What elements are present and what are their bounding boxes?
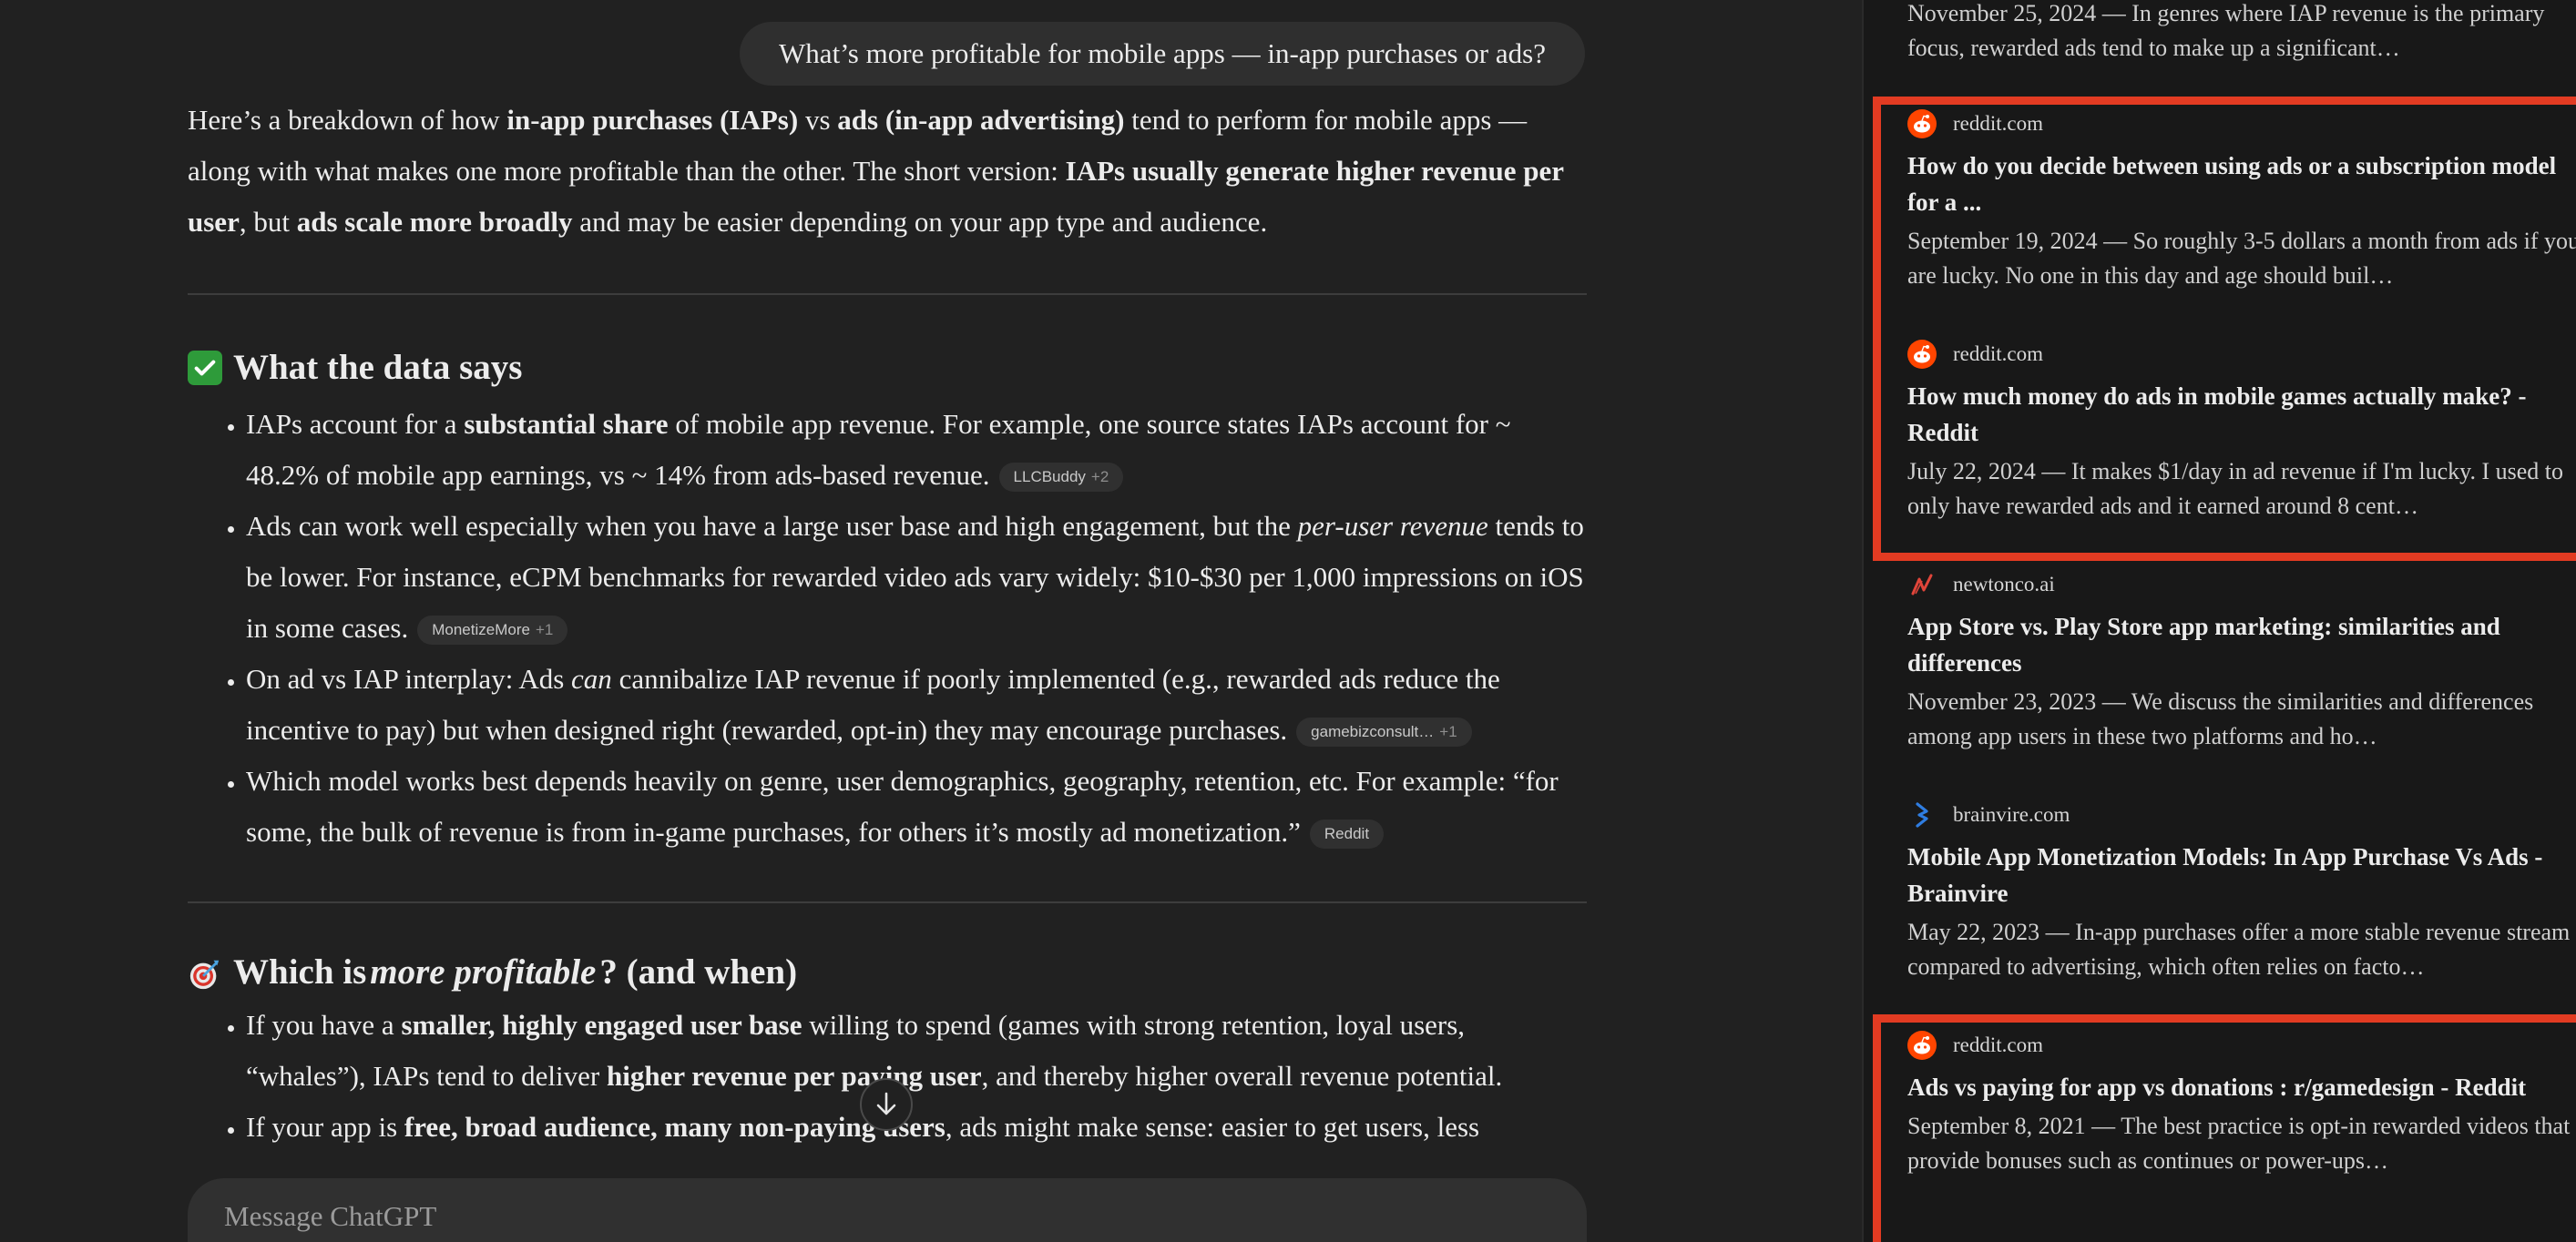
source-item[interactable]: newtonco.ai App Store vs. Play Store app… — [1907, 566, 2576, 754]
source-item[interactable]: brainvire.com Mobile App Monetization Mo… — [1907, 797, 2576, 984]
source-domain: reddit.com — [1953, 1033, 2043, 1056]
bullet-list-data-says: IAPs account for a substantial share of … — [188, 399, 1587, 858]
citation-pill[interactable]: gamebizconsult… +1 — [1296, 718, 1472, 747]
source-domain: reddit.com — [1953, 112, 2043, 135]
source-item[interactable]: reddit.com How much money do ads in mobi… — [1907, 336, 2576, 524]
section-heading-data-says: What the data says — [188, 341, 1587, 395]
citation-pill[interactable]: Reddit — [1309, 820, 1385, 849]
check-mark-emoji-icon — [188, 351, 222, 385]
source-title[interactable]: App Store vs. Play Store app marketing: … — [1907, 608, 2576, 681]
source-domain: newtonco.ai — [1953, 573, 2055, 596]
list-item: Which model works best depends heavily o… — [246, 756, 1587, 858]
list-item: If you have a smaller, highly engaged us… — [246, 1000, 1587, 1102]
source-snippet: July 22, 2024 — It makes $1/day in ad re… — [1907, 458, 2564, 519]
list-item: IAPs account for a substantial share of … — [246, 399, 1587, 501]
source-snippet: November 23, 2023 — We discuss the simil… — [1907, 688, 2534, 749]
divider — [188, 293, 1587, 295]
source-title[interactable]: How much money do ads in mobile games ac… — [1907, 378, 2576, 451]
source-item[interactable]: reddit.com How do you decide between usi… — [1907, 106, 2576, 293]
message-composer[interactable]: Message ChatGPT — [188, 1178, 1587, 1242]
source-item[interactable]: November 25, 2024 — In genres where IAP … — [1907, 0, 2576, 66]
source-snippet: November 25, 2024 — In genres where IAP … — [1907, 0, 2545, 61]
source-domain: brainvire.com — [1953, 803, 2070, 826]
list-item: On ad vs IAP interplay: Ads can cannibal… — [246, 654, 1587, 756]
source-title[interactable]: How do you decide between using ads or a… — [1907, 148, 2576, 220]
source-title[interactable]: Ads vs paying for app vs donations : r/g… — [1907, 1069, 2576, 1105]
arrow-down-icon — [876, 1092, 896, 1115]
citation-pill[interactable]: MonetizeMore +1 — [417, 616, 568, 645]
source-title[interactable]: Mobile App Monetization Models: In App P… — [1907, 839, 2576, 911]
list-item: Ads can work well especially when you ha… — [246, 501, 1587, 654]
reddit-icon — [1907, 109, 1937, 138]
scroll-to-bottom-button[interactable] — [860, 1078, 913, 1131]
reddit-icon — [1907, 340, 1937, 369]
chat-panel: What’s more profitable for mobile apps —… — [0, 0, 1862, 1242]
section-heading-more-profitable: Which is more profitable? (and when) — [188, 945, 1587, 1000]
source-snippet: September 19, 2024 — So roughly 3-5 doll… — [1907, 228, 2576, 289]
source-domain: reddit.com — [1953, 342, 2043, 365]
source-item[interactable]: reddit.com Ads vs paying for app vs dona… — [1907, 1027, 2576, 1178]
citation-pill[interactable]: LLCBuddy +2 — [998, 463, 1124, 492]
direct-hit-target-icon — [189, 960, 220, 990]
user-message-bubble: What’s more profitable for mobile apps —… — [740, 22, 1585, 86]
intro-paragraph: Here’s a breakdown of how in-app purchas… — [188, 104, 1564, 238]
citations-sidebar[interactable]: November 25, 2024 — In genres where IAP … — [1862, 0, 2576, 1242]
composer-placeholder: Message ChatGPT — [224, 1200, 437, 1232]
reddit-icon — [1907, 1031, 1937, 1060]
list-item: If your app is free, broad audience, man… — [246, 1102, 1587, 1153]
source-snippet: September 8, 2021 — The best practice is… — [1907, 1113, 2571, 1174]
divider — [188, 901, 1587, 903]
source-snippet: May 22, 2023 — In-app purchases offer a … — [1907, 919, 2571, 980]
assistant-response: Here’s a breakdown of how in-app purchas… — [188, 95, 1587, 1153]
newtonco-icon — [1907, 570, 1937, 599]
brainvire-icon — [1907, 800, 1937, 830]
